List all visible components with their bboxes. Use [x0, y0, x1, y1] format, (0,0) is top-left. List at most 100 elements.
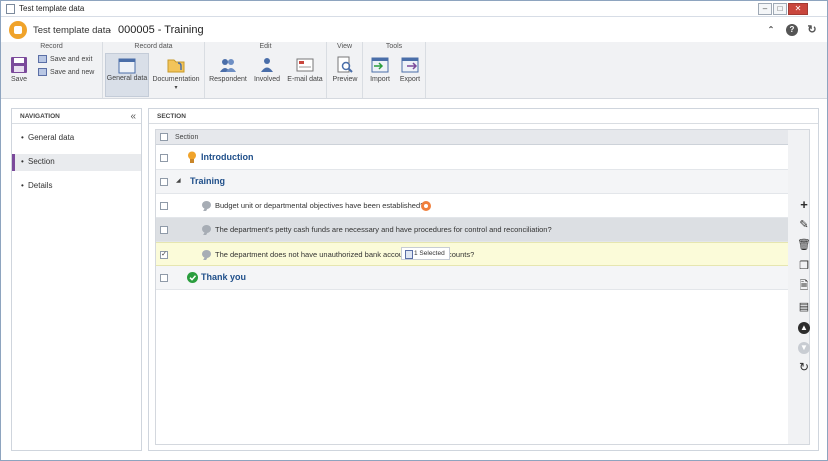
row-checkbox[interactable]: [160, 178, 168, 186]
question-label-tail: counts?: [448, 250, 475, 259]
export-button[interactable]: Export: [396, 53, 424, 97]
minimize-button[interactable]: –: [758, 3, 772, 15]
save-new-icon: [38, 68, 47, 76]
general-data-button[interactable]: General data: [105, 53, 149, 97]
tree-row[interactable]: Budget unit or departmental objectives h…: [156, 194, 793, 218]
copy-icon[interactable]: ❐: [796, 259, 812, 273]
document-icon: [6, 4, 15, 14]
tree-row[interactable]: The department's petty cash funds are ne…: [156, 218, 793, 242]
lightbulb-icon: [188, 151, 196, 163]
document-info-icon[interactable]: 🗎: [796, 279, 812, 293]
move-up-icon[interactable]: ▲: [796, 320, 812, 334]
respondent-label: Respondent: [209, 76, 247, 83]
section-header: SECTION: [149, 109, 818, 124]
nav-item-label: General data: [28, 133, 75, 142]
import-button[interactable]: Import: [366, 53, 394, 97]
ribbon-toolbar: Record Save Save and exit Save and new R…: [1, 42, 827, 99]
add-icon[interactable]: +: [796, 198, 812, 212]
nav-item-general-data[interactable]: • General data: [12, 130, 141, 147]
save-button[interactable]: Save: [5, 53, 33, 97]
delete-trash-icon[interactable]: 🗑: [796, 238, 812, 252]
title-bar: Test template data – □ ✕: [1, 1, 827, 17]
preview-magnifier-icon: [337, 56, 353, 73]
section-label: Training: [190, 176, 226, 186]
question-label: The department's petty cash funds are ne…: [215, 225, 552, 234]
move-down-icon[interactable]: ▼: [796, 340, 812, 354]
bullet-icon: •: [21, 133, 24, 142]
folder-attachment-icon: [167, 59, 185, 73]
save-label: Save: [11, 76, 27, 83]
nav-item-label: Details: [28, 181, 53, 190]
users-icon: [220, 59, 236, 72]
breadcrumb-separator: ›: [108, 25, 112, 36]
section-label: Thank you: [201, 272, 247, 282]
section-panel: SECTION Section Introduction ◢ Training: [148, 108, 819, 451]
documentation-button[interactable]: Documentation ▾: [151, 53, 201, 97]
tree-row[interactable]: ◢ Training: [156, 170, 793, 194]
help-icon[interactable]: ?: [786, 24, 798, 36]
refresh-icon[interactable]: ↻: [806, 24, 818, 36]
window-icon: [118, 58, 136, 74]
group-icon: [261, 58, 273, 72]
row-checkbox-checked[interactable]: ✓: [160, 251, 168, 259]
question-label: Budget unit or departmental objectives h…: [215, 201, 425, 210]
navigation-title: NAVIGATION: [20, 113, 60, 120]
save-and-exit-button[interactable]: Save and exit: [38, 55, 92, 63]
side-action-toolbar: + ✎ 🗑 ❐ 🗎 ▤ ▲ ▼ ↻: [794, 196, 814, 446]
ribbon-group-edit: Edit Respondent Involved E-mail data: [205, 42, 327, 98]
row-checkbox[interactable]: [160, 154, 168, 162]
row-checkbox[interactable]: [160, 274, 168, 282]
collapse-icon[interactable]: «: [130, 111, 136, 122]
save-and-new-button[interactable]: Save and new: [38, 68, 94, 76]
tree-row-selected[interactable]: ✓ The department does not have unauthori…: [156, 242, 793, 266]
collapse-up-icon[interactable]: ⌃: [765, 24, 777, 36]
nav-item-details[interactable]: • Details: [12, 178, 141, 195]
bullet-icon: •: [21, 181, 24, 190]
ribbon-group-record-data: Record data General data Documentation ▾: [103, 42, 205, 98]
document-search-icon[interactable]: ▤: [796, 300, 812, 314]
expand-triangle-icon[interactable]: ◢: [176, 177, 181, 184]
navigation-header: NAVIGATION «: [12, 109, 141, 124]
nav-item-section[interactable]: • Section: [12, 154, 141, 171]
check-circle-icon: [187, 272, 198, 283]
tree-row[interactable]: Thank you: [156, 266, 793, 290]
question-icon: [202, 250, 211, 258]
save-and-new-label: Save and new: [50, 68, 95, 76]
app-title: Test template data: [33, 25, 111, 36]
save-icon: [11, 57, 27, 73]
app-window: Test template data – □ ✕ Test template d…: [0, 0, 828, 461]
refresh-icon[interactable]: ↻: [796, 360, 812, 374]
select-all-checkbox[interactable]: [160, 133, 168, 141]
edit-pencil-icon[interactable]: ✎: [796, 218, 812, 232]
selection-tooltip: 1 Selected: [401, 247, 450, 260]
documentation-label: Documentation: [152, 76, 200, 83]
group-title-record: Record: [40, 43, 63, 50]
nav-item-label: Section: [28, 157, 55, 166]
grid-column-header: Section: [156, 130, 793, 145]
navigation-panel: NAVIGATION « • General data • Section • …: [11, 108, 142, 451]
dropdown-arrow-icon: ▾: [174, 85, 178, 91]
app-logo-icon: [9, 21, 27, 39]
involved-label: Involved: [253, 76, 281, 83]
preview-button[interactable]: Preview: [330, 53, 360, 97]
group-title-tools: Tools: [385, 43, 403, 50]
email-data-button[interactable]: E-mail data: [286, 53, 324, 97]
bullet-icon: •: [21, 157, 24, 166]
question-icon: [202, 201, 211, 209]
involved-button[interactable]: Involved: [250, 53, 284, 97]
tree-row[interactable]: Introduction: [156, 146, 793, 170]
ribbon-group-record: Record Save Save and exit Save and new: [1, 42, 103, 98]
respondent-button[interactable]: Respondent: [208, 53, 248, 97]
ribbon-group-view: View Preview: [327, 42, 363, 98]
window-title: Test template data: [19, 4, 85, 13]
close-button[interactable]: ✕: [788, 3, 808, 15]
column-header-section: Section: [175, 134, 199, 141]
row-checkbox[interactable]: [160, 226, 168, 234]
row-checkbox[interactable]: [160, 202, 168, 210]
maximize-button[interactable]: □: [773, 3, 787, 15]
section-tree-grid: Section Introduction ◢ Training Budget u…: [155, 129, 794, 445]
import-icon: [371, 57, 389, 73]
import-label: Import: [370, 76, 390, 83]
orange-badge-icon: [421, 201, 431, 211]
general-data-label: General data: [106, 75, 148, 82]
